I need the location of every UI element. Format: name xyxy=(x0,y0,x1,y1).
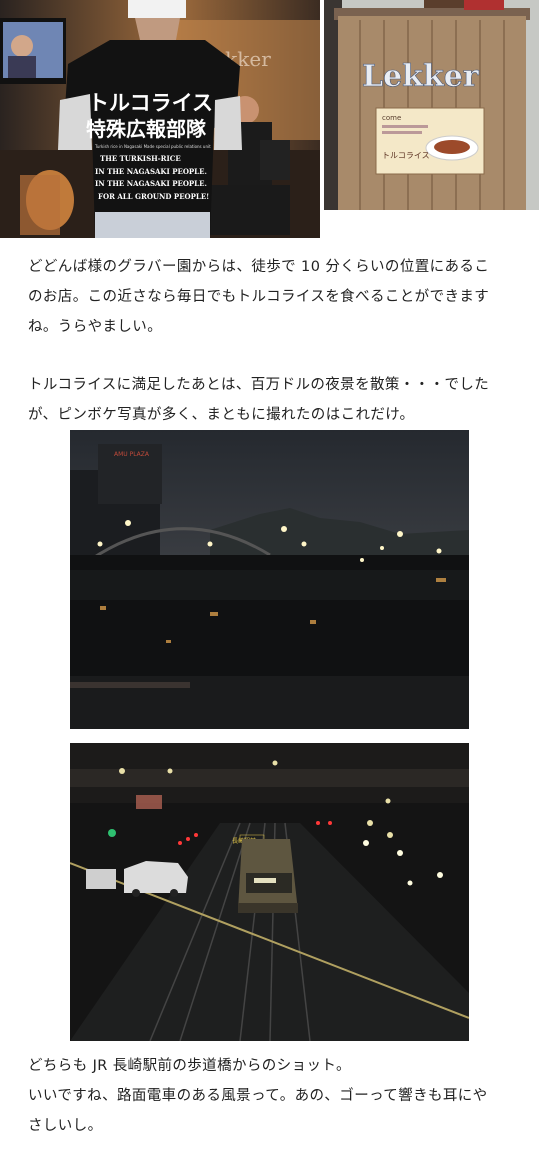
svg-text:THE TURKISH-RICE: THE TURKISH-RICE xyxy=(100,154,181,163)
text-line: いいですね、路面電車のある風景って。あの、ゴーって響きも耳にや xyxy=(28,1088,488,1104)
text-line: さしいし。 xyxy=(28,1118,103,1134)
text-line: どちらも JR 長崎駅前の歩道橋からのショット。 xyxy=(28,1058,351,1074)
paragraph-1: どどんば様のグラバー園からは、徒歩で 10 分くらいの位置にあるこ のお店。この… xyxy=(28,252,513,342)
paragraph-2: トルコライスに満足したあとは、百万ドルの夜景を散策・・・でした が、ピンボケ写真… xyxy=(28,370,513,430)
photo-tram-street: 長崎駅前 xyxy=(70,743,469,1041)
svg-text:Turkish rice in Nagasaki Made: Turkish rice in Nagasaki Made special pu… xyxy=(94,144,211,149)
text-line: どどんば様のグラバー園からは、徒歩で 10 分くらいの位置にあるこ xyxy=(28,259,490,275)
text-line: ね。うらやましい。 xyxy=(28,319,163,335)
photo-shirt: Lekker トルコライス 特殊広報部隊 Turkish rice in Nag… xyxy=(0,0,320,238)
text-line: トルコライスに満足したあとは、百万ドルの夜景を散策・・・でした xyxy=(28,377,490,393)
svg-text:IN THE NAGASAKI PEOPLE.: IN THE NAGASAKI PEOPLE. xyxy=(95,167,207,176)
svg-text:特殊広報部隊: 特殊広報部隊 xyxy=(86,117,207,141)
svg-text:トルコライス: トルコライス xyxy=(88,91,213,115)
photo-night-view: AMU PLAZA xyxy=(70,430,469,729)
svg-text:come: come xyxy=(382,114,401,122)
text-line: のお店。この近さなら毎日でもトルコライスを食べることができます xyxy=(28,289,490,305)
paragraph-3: どちらも JR 長崎駅前の歩道橋からのショット。 いいですね、路面電車のある風景… xyxy=(28,1051,513,1141)
svg-text:AMU PLAZA: AMU PLAZA xyxy=(114,451,150,458)
text-line: が、ピンボケ写真が多く、まともに撮れたのはこれだけ。 xyxy=(28,407,415,423)
signboard-logo: Lekker xyxy=(362,59,480,94)
svg-text:IN THE NAGASAKI PEOPLE.: IN THE NAGASAKI PEOPLE. xyxy=(95,179,207,188)
svg-text:FOR ALL GROUND PEOPLE!: FOR ALL GROUND PEOPLE! xyxy=(98,192,209,201)
svg-text:トルコライス: トルコライス xyxy=(382,151,430,160)
photo-signboard: Lekker come トルコライス xyxy=(324,0,539,210)
